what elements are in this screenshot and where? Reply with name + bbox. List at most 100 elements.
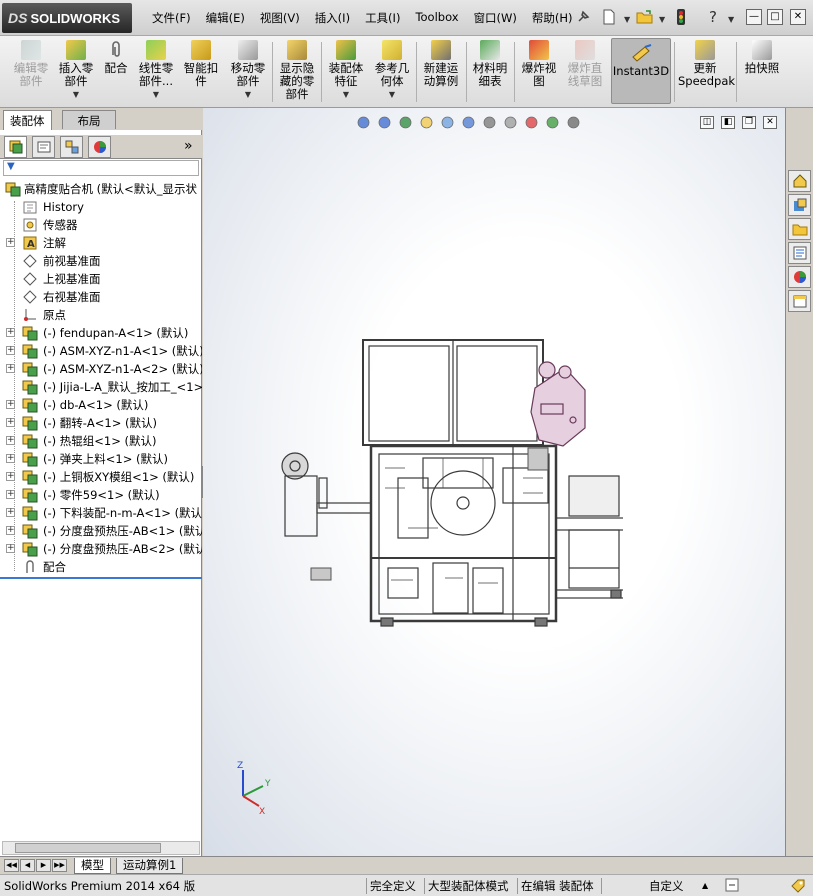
solidworks-logo[interactable]: DS SOLIDWORKS (2, 3, 132, 33)
file-explorer-icon[interactable] (788, 218, 811, 240)
update-speedpak-button[interactable]: 更新 Speedpak (678, 40, 735, 104)
tree-node[interactable]: 原点 (0, 306, 202, 324)
expand-toggle-icon[interactable]: + (6, 400, 15, 409)
apply-scene-icon[interactable] (544, 114, 561, 131)
tree-node[interactable]: + (-) db-A<1> (默认) (0, 396, 202, 414)
tree-node[interactable]: + A 注解 (0, 234, 202, 252)
tree-node[interactable]: + (-) ASM-XYZ-n1-A<1> (默认) (0, 342, 202, 360)
viewport-close-icon[interactable]: ✕ (763, 116, 777, 129)
new-document-icon[interactable] (600, 8, 618, 26)
minimize-button[interactable]: — (746, 9, 762, 25)
featuremanager-icon[interactable] (4, 136, 27, 158)
tab-motion-study-1[interactable]: 运动算例1 (116, 858, 184, 874)
display-style-icon[interactable] (481, 114, 498, 131)
expand-toggle-icon[interactable]: + (6, 418, 15, 427)
dropdown-arrow-icon[interactable]: ▼ (136, 88, 176, 101)
tree-node[interactable]: + (-) 上铜板XY模组<1> (默认) (0, 468, 202, 486)
exploded-view-button[interactable]: 爆炸视图 (518, 40, 560, 104)
design-library-icon[interactable] (788, 194, 811, 216)
new-dropdown-arrow[interactable]: ▼ (624, 15, 630, 24)
graphics-area[interactable]: ◫ ◧ ❐ ✕ Z Y X (203, 108, 785, 856)
expand-toggle-icon[interactable]: + (6, 364, 15, 373)
assembly-model[interactable] (273, 328, 623, 638)
bill-of-materials-button[interactable]: 材料明 细表 (470, 40, 510, 104)
tags-icon[interactable] (790, 878, 806, 894)
view-orientation-icon[interactable] (460, 114, 477, 131)
displaymanager-icon[interactable] (88, 136, 111, 158)
tab-layout[interactable]: 布局 (62, 110, 116, 129)
instant3d-button[interactable]: Instant3D (611, 38, 671, 104)
tree-node[interactable]: 配合 (0, 558, 202, 576)
help-dropdown-arrow[interactable]: ▼ (728, 15, 734, 24)
expand-toggle-icon[interactable]: + (6, 454, 15, 463)
solidworks-resources-icon[interactable] (788, 170, 811, 192)
show-hidden-components-button[interactable]: 显示隐 藏的零 部件 (276, 40, 318, 104)
units-dropdown-arrow[interactable]: ▲ (702, 878, 708, 894)
tree-node[interactable]: + (-) ASM-XYZ-n1-A<2> (默认) (0, 360, 202, 378)
open-dropdown-arrow[interactable]: ▼ (659, 15, 665, 24)
assembly-features-button[interactable]: 装配体 特征 ▼ (325, 40, 367, 104)
expand-toggle-icon[interactable]: + (6, 238, 15, 247)
smart-fasteners-button[interactable]: 智能扣件 (182, 40, 220, 104)
zoom-to-fit-icon[interactable] (355, 114, 372, 131)
explode-line-sketch-button[interactable]: 爆炸直 线草图 (564, 40, 606, 104)
scrollbar-thumb[interactable] (15, 843, 161, 853)
tree-node[interactable]: History (0, 198, 202, 216)
expand-toggle-icon[interactable]: + (6, 346, 15, 355)
expand-toggle-icon[interactable]: + (6, 472, 15, 481)
tab-model[interactable]: 模型 (74, 858, 111, 874)
tree-root-assembly[interactable]: 高精度贴合机 (默认<默认_显示状 (0, 180, 202, 198)
dropdown-arrow-icon[interactable]: ▼ (228, 88, 268, 101)
menu-window[interactable]: 窗口(W) (474, 10, 517, 26)
configurationmanager-icon[interactable] (60, 136, 83, 158)
close-button[interactable]: ✕ (790, 9, 806, 25)
custom-properties-icon[interactable] (788, 290, 811, 312)
help-icon[interactable]: ? (704, 8, 722, 26)
status-units[interactable]: 自定义 (649, 878, 684, 894)
tree-node[interactable]: (-) Jijia-L-A_默认_按加工_<1> (0, 378, 202, 396)
new-motion-study-button[interactable]: 新建运 动算例 (420, 40, 462, 104)
reference-geometry-button[interactable]: 参考几 何体 ▼ (372, 40, 412, 104)
move-component-button[interactable]: 移动零 部件 ▼ (228, 40, 268, 104)
tree-node[interactable]: + (-) 下料装配-n-m-A<1> (默认) (0, 504, 202, 522)
previous-tab-button[interactable]: ◀ (20, 859, 35, 872)
insert-component-button[interactable]: 插入零 部件 ▼ (56, 40, 96, 104)
previous-view-icon[interactable] (397, 114, 414, 131)
section-view-icon[interactable] (418, 114, 435, 131)
dropdown-arrow-icon[interactable]: ▼ (56, 88, 96, 101)
menu-toolbox[interactable]: Toolbox (415, 10, 458, 26)
last-tab-button[interactable]: ▶▶ (52, 859, 67, 872)
horizontal-scrollbar[interactable] (2, 841, 200, 855)
take-snapshot-button[interactable]: 拍快照 (740, 40, 784, 104)
tree-node[interactable]: + (-) 零件59<1> (默认) (0, 486, 202, 504)
edit-appearance-icon[interactable] (523, 114, 540, 131)
expand-toggle-icon[interactable]: + (6, 508, 15, 517)
dropdown-arrow-icon[interactable]: ▼ (325, 88, 367, 101)
dropdown-arrow-icon[interactable]: ▼ (372, 88, 412, 101)
tree-node[interactable]: + (-) 分度盘预热压-AB<2> (默认 (0, 540, 202, 558)
viewport-split-icon[interactable]: ◫ (700, 116, 714, 129)
open-folder-icon[interactable] (636, 8, 654, 26)
tree-node[interactable]: + (-) 翻转-A<1> (默认) (0, 414, 202, 432)
expand-toggle-icon[interactable]: + (6, 526, 15, 535)
view-settings-icon[interactable] (565, 114, 582, 131)
appearances-scenes-icon[interactable] (788, 266, 811, 288)
menu-file[interactable]: 文件(F) (152, 10, 191, 26)
rebuild-indicator-icon[interactable] (725, 878, 739, 894)
menu-edit[interactable]: 编辑(E) (206, 10, 245, 26)
menu-tools[interactable]: 工具(I) (365, 10, 400, 26)
zoom-to-area-icon[interactable] (376, 114, 393, 131)
pin-icon[interactable] (574, 8, 592, 26)
edit-component-button[interactable]: 编辑零 部件 (8, 40, 54, 104)
menu-view[interactable]: 视图(V) (260, 10, 300, 26)
tree-node[interactable]: + (-) 分度盘预热压-AB<1> (默认 (0, 522, 202, 540)
tree-node[interactable]: 前视基准面 (0, 252, 202, 270)
tab-assembly[interactable]: 装配体 (3, 110, 52, 130)
tree-node[interactable]: + (-) 弹夹上料<1> (默认) (0, 450, 202, 468)
propertymanager-icon[interactable] (32, 136, 55, 158)
tree-node[interactable]: 右视基准面 (0, 288, 202, 306)
first-tab-button[interactable]: ◀◀ (4, 859, 19, 872)
mate-button[interactable]: 配合 (100, 40, 132, 104)
filter-icon[interactable]: ▼ (7, 161, 15, 172)
viewport-link-icon[interactable]: ◧ (721, 116, 735, 129)
